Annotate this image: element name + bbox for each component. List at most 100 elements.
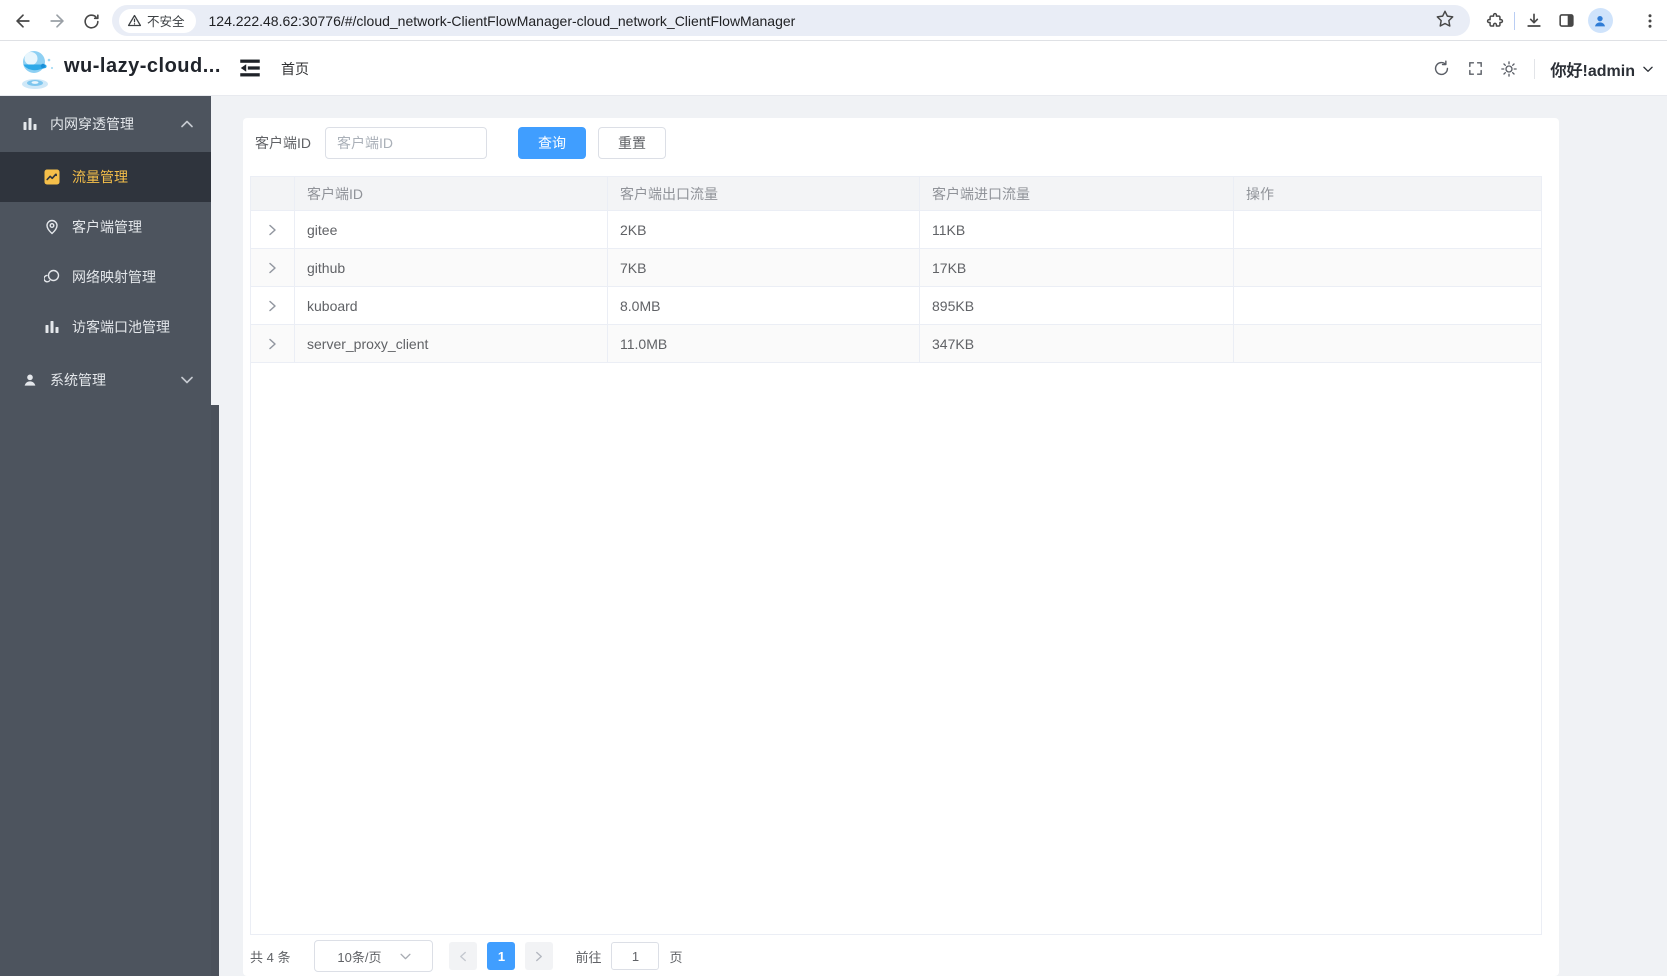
goto-label: 前往 (575, 949, 602, 965)
chevron-down-icon (181, 376, 193, 384)
cell-actions (1234, 211, 1541, 248)
bookmark-star-icon[interactable] (1434, 8, 1456, 30)
flow-table: 客户端ID 客户端出口流量 客户端进口流量 操作 gitee 2KB 11KB … (250, 176, 1542, 935)
sidebar-item-clients[interactable]: 客户端管理 (0, 202, 211, 252)
cell-client-id: server_proxy_client (295, 325, 608, 362)
sidebar-group-system[interactable]: 系统管理 (0, 352, 211, 408)
sidebar-group-intranet[interactable]: 内网穿透管理 (0, 96, 211, 152)
network-mapping-icon (44, 269, 60, 283)
table-header-row: 客户端ID 客户端出口流量 客户端进口流量 操作 (251, 177, 1541, 211)
chevron-left-icon (460, 951, 467, 961)
cell-actions (1234, 249, 1541, 286)
profile-avatar[interactable] (1587, 8, 1613, 34)
cell-in-flow: 11KB (920, 211, 1234, 248)
cell-out-flow: 8.0MB (608, 287, 920, 324)
fullscreen-icon[interactable] (1467, 60, 1484, 77)
app-logo (12, 46, 58, 92)
column-header-client-id: 客户端ID (295, 177, 608, 210)
content-panel: 客户端ID 查询 重置 客户端ID 客户端出口流量 客户端进口流量 操作 git… (243, 118, 1559, 976)
extensions-icon[interactable] (1482, 8, 1508, 34)
app-title: wu-lazy-cloud... (64, 55, 221, 77)
chevron-right-icon (536, 951, 543, 961)
screen: 不安全 124.222.48.62:30776/#/cloud_network-… (0, 0, 1667, 976)
security-badge[interactable]: 不安全 (119, 8, 196, 33)
chevron-down-icon (1643, 66, 1653, 72)
chevron-down-icon (399, 953, 411, 959)
pagination-total: 共 4 条 (250, 949, 291, 965)
person-icon (1595, 15, 1605, 26)
url-text[interactable]: 124.222.48.62:30776/#/cloud_network-Clie… (209, 13, 796, 29)
prev-page-button[interactable] (449, 942, 478, 970)
filter-bar: 客户端ID 查询 重置 (255, 127, 666, 159)
chevron-up-icon (181, 120, 193, 128)
downloads-icon[interactable] (1521, 8, 1547, 34)
breadcrumb-home[interactable]: 首页 (281, 59, 309, 79)
sidebar-item-label: 网络映射管理 (72, 269, 156, 285)
cell-out-flow: 2KB (608, 211, 920, 248)
bar-chart-icon (23, 118, 37, 130)
sidebar-scrollbar-thumb[interactable] (211, 405, 219, 976)
user-icon (24, 374, 36, 386)
goto-page-input[interactable] (611, 942, 660, 970)
page-size-select[interactable]: 10条/页 (314, 940, 434, 972)
trend-chart-icon (44, 169, 60, 185)
cell-in-flow: 347KB (920, 325, 1234, 362)
user-menu[interactable]: 你好!admin (1551, 57, 1655, 81)
sidebar-collapse-icon[interactable] (236, 54, 264, 82)
browser-back-icon[interactable] (10, 8, 36, 34)
refresh-icon[interactable] (1432, 59, 1451, 78)
bar-chart-icon (45, 321, 59, 333)
cell-out-flow: 7KB (608, 249, 920, 286)
column-header-actions: 操作 (1246, 185, 1274, 202)
sidebar-item-port-pool[interactable]: 访客端口池管理 (0, 302, 211, 352)
browser-forward-icon[interactable] (44, 8, 70, 34)
sidebar-item-label: 系统管理 (50, 372, 106, 388)
cell-in-flow: 17KB (920, 249, 1234, 286)
header-actions: 你好!admin (1432, 41, 1655, 96)
table-row: kuboard 8.0MB 895KB (251, 287, 1541, 325)
row-expand-icon[interactable] (251, 249, 295, 286)
cell-client-id: gitee (295, 211, 608, 248)
browser-menu-icon[interactable] (1637, 8, 1663, 34)
greeting-text: 你好!admin (1550, 62, 1635, 80)
browser-toolbar-right (1482, 0, 1667, 41)
address-bar[interactable]: 不安全 124.222.48.62:30776/#/cloud_network-… (112, 5, 1470, 36)
cell-actions (1234, 287, 1541, 324)
location-pin-icon (46, 219, 58, 235)
sidebar-item-label: 客户端管理 (72, 219, 142, 235)
sidebar-item-traffic[interactable]: 流量管理 (0, 152, 211, 202)
pagination: 共 4 条 10条/页 1 前往 页 (250, 940, 683, 972)
row-expand-icon[interactable] (251, 211, 295, 248)
theme-sun-icon[interactable] (1500, 60, 1518, 78)
table-row: server_proxy_client 11.0MB 347KB (251, 325, 1541, 363)
row-expand-icon[interactable] (251, 325, 295, 362)
warning-triangle-icon (127, 14, 142, 27)
page-size-value: 10条/页 (337, 949, 382, 965)
page-unit-label: 页 (669, 949, 683, 965)
security-label: 不安全 (147, 15, 185, 29)
browser-reload-icon[interactable] (78, 8, 104, 34)
cell-actions (1234, 325, 1541, 362)
client-id-input[interactable] (325, 127, 487, 159)
reset-button[interactable]: 重置 (598, 127, 666, 159)
header-divider (1533, 58, 1535, 79)
app-header: wu-lazy-cloud... 首页 你好!admin (0, 41, 1667, 96)
current-page-button[interactable]: 1 (487, 942, 516, 970)
cell-client-id: kuboard (295, 287, 608, 324)
sidebar-item-label: 访客端口池管理 (72, 319, 170, 335)
column-header-out-flow: 客户端出口流量 (608, 177, 920, 210)
sidebar-item-label: 流量管理 (72, 169, 128, 185)
cell-out-flow: 11.0MB (608, 325, 920, 362)
query-button[interactable]: 查询 (518, 127, 586, 159)
cell-in-flow: 895KB (920, 287, 1234, 324)
row-expand-icon[interactable] (251, 287, 295, 324)
sidebar-item-label: 内网穿透管理 (50, 116, 134, 132)
sidebar-item-network-mapping[interactable]: 网络映射管理 (0, 252, 211, 302)
sidebar: 内网穿透管理 流量管理 客户端管理 网络映射管理 访客端口池管理 系统管理 (0, 96, 211, 976)
next-page-button[interactable] (525, 942, 554, 970)
side-panel-icon[interactable] (1553, 8, 1579, 34)
table-row: github 7KB 17KB (251, 249, 1541, 287)
cell-client-id: github (295, 249, 608, 286)
expand-column-header (251, 177, 295, 210)
browser-toolbar: 不安全 124.222.48.62:30776/#/cloud_network-… (0, 0, 1667, 41)
